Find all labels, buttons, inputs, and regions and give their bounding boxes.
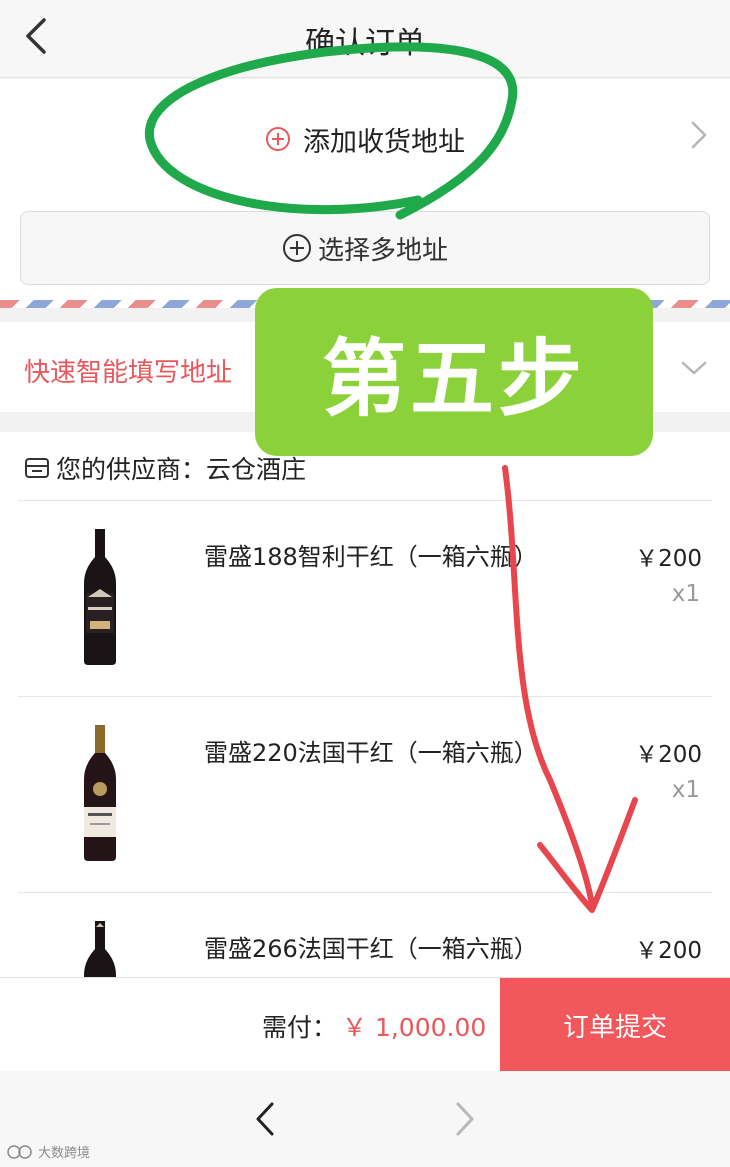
add-address-label: 添加收货地址 <box>303 126 465 158</box>
chevron-right-icon <box>456 1102 474 1136</box>
plus-circle-icon <box>282 234 311 262</box>
browser-nav-bar <box>0 1071 730 1167</box>
chevron-left-icon <box>256 1102 274 1136</box>
supplier-section: 您的供应商：云仓酒庄 雷盛188智利干红（一箱六瓶） ￥200 x1 雷盛220… <box>0 432 730 992</box>
product-item[interactable]: 雷盛220法国干红（一箱六瓶） ￥200 x1 <box>18 696 712 892</box>
address-chevron[interactable] <box>688 119 710 151</box>
supplier-row: 您的供应商：云仓酒庄 <box>24 450 306 486</box>
plus-circle-icon <box>266 127 290 151</box>
total-label: 需付： <box>262 1013 338 1042</box>
select-multi-address-button[interactable]: 选择多地址 <box>20 211 710 285</box>
product-name: 雷盛266法国干红（一箱六瓶） <box>204 935 538 963</box>
checkout-bar: 需付： ￥ 1,000.00 订单提交 <box>0 977 730 1072</box>
total-amount: ￥ 1,000.00 <box>342 1013 487 1042</box>
wine-bottle-image <box>84 725 116 861</box>
smart-fill-label: 快速智能填写地址 <box>24 358 233 388</box>
address-card: 添加收货地址 选择多地址 <box>0 79 730 307</box>
watermark-text: 大数跨境 <box>38 1146 91 1161</box>
chevron-down-icon <box>681 361 707 375</box>
smart-fill-expand[interactable] <box>680 358 708 378</box>
watermark: 大数跨境 <box>6 1142 90 1161</box>
page-title: 确认订单 <box>305 26 425 61</box>
browser-back-button[interactable] <box>250 1099 282 1139</box>
product-price: ￥200 <box>635 546 702 572</box>
add-address-button[interactable]: 添加收货地址 <box>0 117 730 161</box>
step-badge: 第五步 <box>255 288 653 456</box>
app-header: 确认订单 <box>0 0 730 78</box>
product-price: ￥200 <box>635 742 702 768</box>
product-price: ￥200 <box>635 938 702 964</box>
product-name: 雷盛220法国干红（一箱六瓶） <box>204 739 538 767</box>
product-item[interactable]: 雷盛188智利干红（一箱六瓶） ￥200 x1 <box>18 500 712 696</box>
select-multi-address-label: 选择多地址 <box>317 235 448 266</box>
product-qty: x1 <box>671 777 700 803</box>
product-qty: x1 <box>671 581 700 607</box>
submit-order-button[interactable]: 订单提交 <box>500 978 730 1072</box>
supplier-label: 您的供应商：云仓酒庄 <box>56 455 307 484</box>
browser-forward-button[interactable] <box>448 1099 480 1139</box>
store-icon <box>25 458 49 478</box>
chevron-right-icon <box>691 121 707 149</box>
watermark-logo-icon <box>7 1144 32 1159</box>
wine-bottle-image <box>84 529 116 665</box>
product-name: 雷盛188智利干红（一箱六瓶） <box>204 543 538 571</box>
